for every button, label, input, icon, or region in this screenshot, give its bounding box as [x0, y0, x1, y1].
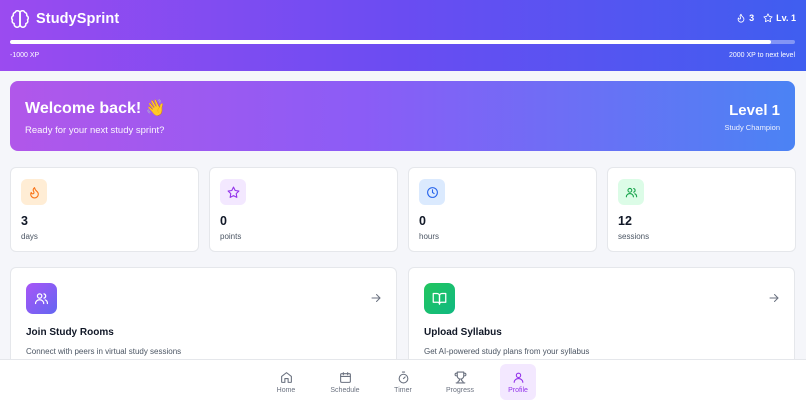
xp-current: -1000 XP — [10, 52, 40, 59]
timer-icon — [398, 371, 408, 383]
stat-value: 0 — [220, 214, 227, 228]
star-icon — [220, 179, 246, 205]
nav-label: Schedule — [330, 386, 360, 394]
nav-label: Home — [276, 386, 296, 394]
level-badge: Lv. 1 — [763, 13, 796, 23]
welcome-subtitle: Ready for your next study sprint? — [25, 125, 165, 136]
users-icon — [618, 179, 644, 205]
home-icon — [280, 371, 292, 383]
xp-to-next-level: 2000 XP to next level — [728, 52, 795, 59]
brain-icon — [10, 9, 30, 29]
stat-label: hours — [419, 232, 440, 241]
nav-item-profile[interactable]: Profile — [500, 364, 536, 400]
nav-item-home[interactable]: Home — [267, 364, 305, 400]
brand[interactable]: StudySprint — [10, 9, 119, 29]
calendar-icon — [339, 371, 351, 383]
brand-name: StudySprint — [36, 11, 120, 27]
nav-item-progress[interactable]: Progress — [440, 364, 480, 400]
stat-label: points — [220, 232, 242, 241]
nav-item-schedule[interactable]: Schedule — [322, 364, 368, 400]
flame-icon — [737, 13, 745, 23]
nav-label: Progress — [445, 386, 474, 394]
arrow-right-icon — [371, 294, 381, 302]
star-icon — [763, 13, 773, 23]
nav-label: Timer — [394, 386, 412, 394]
user-icon — [513, 372, 523, 383]
welcome-banner: Welcome back! 👋 Ready for your next stud… — [10, 81, 795, 151]
feature-title: Upload Syllabus — [424, 327, 502, 338]
streak-count: 3 — [749, 13, 755, 23]
stat-card-points: 0 points — [209, 167, 398, 252]
level-badge-label: Lv. 1 — [776, 13, 796, 23]
level-title: Study Champion — [724, 123, 780, 132]
users-icon — [26, 283, 57, 314]
feature-description: Get AI-powered study plans from your syl… — [424, 347, 590, 356]
stat-card-streak: 3 days — [10, 167, 199, 252]
bottom-nav: Home Schedule Timer Progress Profile — [0, 359, 806, 403]
stat-card-hours: 0 hours — [408, 167, 597, 252]
feature-description: Connect with peers in virtual study sess… — [26, 347, 182, 356]
level-display: Level 1 — [729, 102, 780, 119]
nav-label: Profile — [508, 386, 528, 394]
xp-progress-bar — [10, 40, 795, 44]
app-header: StudySprint 3 Lv. 1 -1000 XP 2000 XP to … — [0, 0, 806, 71]
stat-value: 3 — [21, 214, 28, 228]
welcome-title: Welcome back! 👋 — [25, 100, 166, 117]
xp-progress-fill — [10, 40, 772, 44]
stat-value: 0 — [419, 214, 426, 228]
join-study-rooms-card[interactable]: Join Study Rooms Connect with peers in v… — [10, 267, 397, 367]
stat-card-sessions: 12 sessions — [607, 167, 796, 252]
book-open-icon — [424, 283, 455, 314]
flame-icon — [21, 179, 47, 205]
trophy-icon — [454, 371, 466, 383]
clock-icon — [419, 179, 445, 205]
upload-syllabus-card[interactable]: Upload Syllabus Get AI-powered study pla… — [408, 267, 795, 367]
nav-item-timer[interactable]: Timer — [386, 364, 420, 400]
stat-label: days — [21, 232, 38, 241]
feature-title: Join Study Rooms — [26, 327, 114, 338]
arrow-right-icon — [769, 294, 779, 302]
stat-value: 12 — [618, 214, 632, 228]
stat-label: sessions — [618, 232, 650, 241]
header-stats: 3 Lv. 1 — [736, 13, 796, 23]
streak-indicator: 3 — [736, 13, 754, 23]
